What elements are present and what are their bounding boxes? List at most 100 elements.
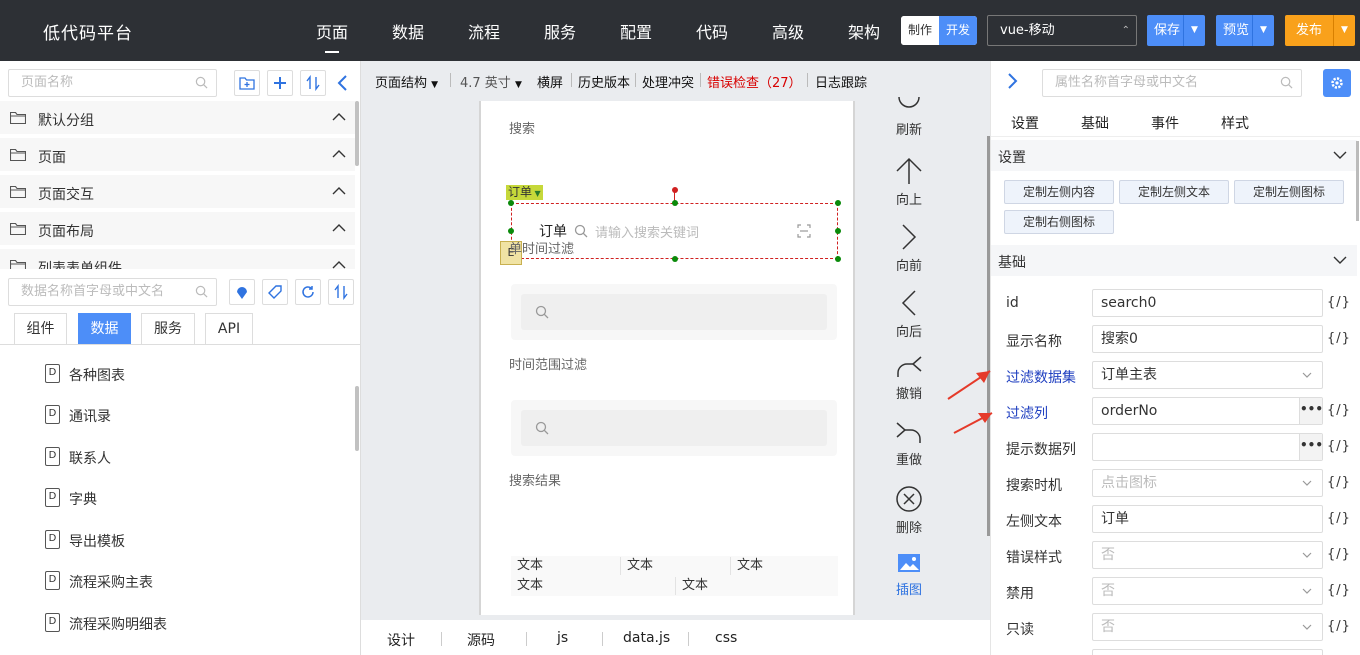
device-select[interactable]: vue-移动 ⌃ <box>987 15 1137 46</box>
grid-cell[interactable]: 文本 <box>511 577 676 595</box>
add-folder-button[interactable] <box>234 70 260 96</box>
tool-delete[interactable]: 删除 <box>891 485 927 536</box>
expression-button[interactable]: {/} <box>1327 583 1351 598</box>
nav-service[interactable]: 服务 <box>544 19 576 43</box>
tab-css[interactable]: css <box>715 630 737 646</box>
expression-button[interactable]: {/} <box>1327 511 1351 526</box>
tab-basic[interactable]: 基础 <box>1081 113 1109 133</box>
error-check-button[interactable]: 错误检查（27） <box>707 72 802 91</box>
more-icon[interactable]: ••• <box>1299 434 1323 460</box>
prop-select-filter-dataset[interactable]: 订单主表 <box>1092 361 1323 389</box>
expression-button[interactable]: {/} <box>1327 547 1351 562</box>
scrollbar[interactable] <box>355 101 359 166</box>
prop-input-left-text[interactable]: 订单 <box>1092 505 1323 533</box>
single-time-filter[interactable] <box>511 284 837 340</box>
tab-components[interactable]: 组件 <box>14 313 67 345</box>
resize-handle[interactable] <box>672 200 678 206</box>
expression-button[interactable]: {/} <box>1327 439 1351 454</box>
tab-services[interactable]: 服务 <box>141 313 195 345</box>
prop-select-disabled[interactable]: 否 <box>1092 577 1323 605</box>
resize-handle[interactable] <box>672 256 678 262</box>
conflict-button[interactable]: 处理冲突 <box>642 72 694 91</box>
tool-backward[interactable]: 向后 <box>891 289 927 340</box>
publish-button[interactable]: 发布 ▼ <box>1285 15 1355 46</box>
scrollbar[interactable] <box>1356 141 1359 221</box>
group-page-layout[interactable]: 页面布局 <box>0 212 355 247</box>
tool-undo[interactable]: 撤销 <box>891 355 927 402</box>
prop-input-id[interactable]: search0 <box>1092 289 1323 317</box>
resize-handle[interactable] <box>835 228 841 234</box>
resize-handle[interactable] <box>835 256 841 262</box>
nav-advanced[interactable]: 高级 <box>772 19 804 43</box>
scrollbar[interactable] <box>355 386 359 451</box>
nav-data[interactable]: 数据 <box>392 19 424 43</box>
caret-down-icon[interactable]: ▼ <box>1183 15 1205 46</box>
tab-data[interactable]: 数据 <box>78 313 131 345</box>
page-structure-dropdown[interactable]: 页面结构 ▼ <box>375 72 438 91</box>
mode-switch[interactable]: 制作 开发 <box>901 16 977 45</box>
data-search-input[interactable]: 数据名称首字母或中文名 <box>8 278 217 306</box>
time-range-filter[interactable] <box>511 400 837 456</box>
expression-button[interactable]: {/} <box>1327 295 1351 310</box>
nav-config[interactable]: 配置 <box>620 19 652 43</box>
preview-button[interactable]: 预览 ▼ <box>1216 15 1274 46</box>
group-page-interaction[interactable]: 页面交互 <box>0 175 355 210</box>
grid-cell[interactable]: 文本 <box>621 557 731 575</box>
screen-size-dropdown[interactable]: 4.7 英寸 ▼ <box>460 72 522 91</box>
tab-design[interactable]: 设计 <box>387 630 415 650</box>
mode-make[interactable]: 制作 <box>901 16 939 45</box>
filter-input[interactable] <box>521 294 827 330</box>
prop-next-field[interactable] <box>1092 649 1323 655</box>
settings-button[interactable] <box>1323 69 1351 97</box>
mode-dev[interactable]: 开发 <box>939 16 977 45</box>
expression-button[interactable]: {/} <box>1327 403 1351 418</box>
refresh-button[interactable] <box>295 279 321 305</box>
customize-left-content-button[interactable]: 定制左侧内容 <box>1004 180 1114 204</box>
pin-button[interactable] <box>229 279 255 305</box>
nav-flow[interactable]: 流程 <box>468 19 500 43</box>
property-search-input[interactable]: 属性名称首字母或中文名 <box>1042 69 1302 97</box>
caret-down-icon[interactable]: ▼ <box>1252 15 1274 46</box>
grid-cell[interactable]: 文本 <box>511 557 621 575</box>
tool-forward[interactable]: 向前 <box>891 223 927 274</box>
nav-code[interactable]: 代码 <box>696 19 728 43</box>
tool-insert-image[interactable]: 插图 <box>891 551 927 598</box>
filter-input[interactable] <box>521 410 827 446</box>
section-settings[interactable]: 设置 <box>991 140 1357 171</box>
expression-button[interactable]: {/} <box>1327 475 1351 490</box>
log-trace-button[interactable]: 日志跟踪 <box>815 72 867 91</box>
rotate-handle[interactable] <box>672 187 678 193</box>
sort-data-button[interactable] <box>328 279 354 305</box>
resize-handle[interactable] <box>835 200 841 206</box>
tab-js[interactable]: js <box>557 630 568 646</box>
save-button[interactable]: 保存 ▼ <box>1147 15 1205 46</box>
group-list-form[interactable]: 列表表单组件 <box>0 249 355 271</box>
tab-source[interactable]: 源码 <box>467 630 495 650</box>
tab-styles[interactable]: 样式 <box>1221 113 1249 133</box>
add-page-button[interactable] <box>267 70 293 96</box>
history-button[interactable]: 历史版本 <box>578 72 630 91</box>
resize-handle[interactable] <box>508 228 514 234</box>
caret-down-icon[interactable]: ▼ <box>1333 15 1355 46</box>
prop-select-error-style[interactable]: 否 <box>1092 541 1323 569</box>
prop-select-readonly[interactable]: 否 <box>1092 613 1323 641</box>
customize-right-icon-button[interactable]: 定制右侧图标 <box>1004 210 1114 234</box>
prop-input-hint-column[interactable]: ••• <box>1092 433 1323 461</box>
section-basic[interactable]: 基础 <box>991 245 1357 276</box>
group-default[interactable]: 默认分组 <box>0 101 355 136</box>
tool-move-up[interactable]: 向上 <box>891 157 927 208</box>
prop-select-search-trigger[interactable]: 点击图标 <box>1092 469 1323 497</box>
grid-cell[interactable]: 文本 <box>731 557 838 575</box>
component-tag[interactable]: 订单 ▼ <box>506 185 543 200</box>
customize-left-icon-button[interactable]: 定制左侧图标 <box>1234 180 1344 204</box>
tab-settings[interactable]: 设置 <box>1011 113 1039 133</box>
prop-input-display-name[interactable]: 搜索0 <box>1092 325 1323 353</box>
customize-left-text-button[interactable]: 定制左侧文本 <box>1119 180 1229 204</box>
tool-redo[interactable]: 重做 <box>891 421 927 468</box>
nav-page[interactable]: 页面 <box>316 19 348 53</box>
chevron-right-icon[interactable] <box>1007 72 1019 90</box>
tab-data-js[interactable]: data.js <box>623 630 670 646</box>
grid-cell[interactable]: 文本 <box>676 577 838 595</box>
prop-input-filter-column[interactable]: orderNo ••• <box>1092 397 1323 425</box>
tool-refresh[interactable]: 刷新 <box>891 95 927 138</box>
